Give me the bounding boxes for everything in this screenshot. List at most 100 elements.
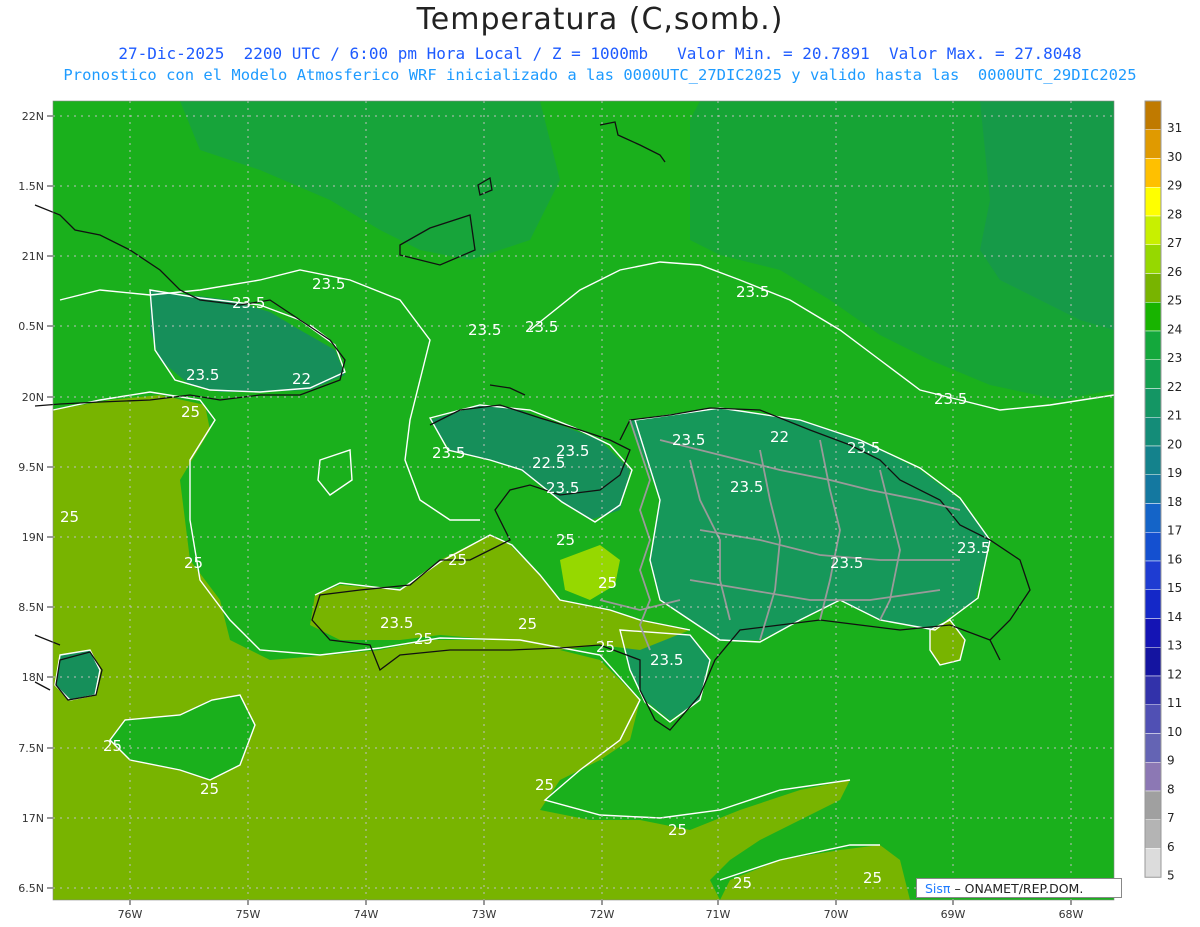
colorbar-swatch — [1144, 273, 1162, 303]
colorbar-label: 11 — [1167, 696, 1182, 710]
credit-box: Sisπ – ONAMET/REP.DOM. — [916, 878, 1122, 898]
lon-label: 76W — [118, 908, 143, 921]
contour-label: 25 — [535, 776, 554, 794]
colorbar-label: 5 — [1167, 869, 1175, 883]
contour-label: 23.5 — [736, 283, 769, 301]
colorbar-swatch — [1144, 819, 1162, 849]
colorbar-swatch — [1144, 474, 1162, 504]
colorbar-swatch — [1144, 733, 1162, 763]
colorbar-label: 6 — [1167, 840, 1175, 854]
lat-label: 1.5N — [18, 180, 44, 193]
colorbar: 31 30 29 28 27 26 25 24 23 22 21 20 19 18 17 16 15 14 13 12… — [1144, 100, 1182, 883]
credit-brand: Sisπ — [925, 881, 951, 896]
contour-label: 25 — [414, 630, 433, 648]
contour-label: 23.5 — [730, 478, 763, 496]
colorbar-label: 9 — [1167, 754, 1175, 768]
lat-label: 17N — [22, 812, 44, 825]
lat-label: 9.5N — [18, 461, 44, 474]
credit-text: – ONAMET/REP.DOM. — [954, 881, 1084, 896]
lon-label: 68W — [1059, 908, 1084, 921]
colorbar-swatch — [1144, 417, 1162, 447]
colorbar-swatch — [1144, 244, 1162, 274]
colorbar-swatch — [1144, 589, 1162, 619]
colorbar-swatch — [1144, 704, 1162, 734]
contour-label: 23.5 — [546, 479, 579, 497]
lon-label: 75W — [236, 908, 261, 921]
colorbar-swatch — [1144, 388, 1162, 418]
contour-label: 23.5 — [830, 554, 863, 572]
contour-label: 23.5 — [957, 539, 990, 557]
colorbar-label: 31 — [1167, 121, 1182, 135]
colorbar-swatch — [1144, 302, 1162, 332]
contour-label: 25 — [184, 554, 203, 572]
contour-label: 25 — [518, 615, 537, 633]
contour-label: 23.5 — [312, 275, 345, 293]
colorbar-label: 23 — [1167, 351, 1182, 365]
lat-label: 22N — [22, 110, 44, 123]
contour-label: 23.5 — [232, 294, 265, 312]
colorbar-label: 16 — [1167, 552, 1182, 566]
contour-label: 25 — [181, 403, 200, 421]
colorbar-swatch — [1144, 848, 1162, 878]
colorbar-label: 15 — [1167, 581, 1182, 595]
contour-label: 25 — [733, 874, 752, 892]
contour-label: 25 — [200, 780, 219, 798]
contour-label: 22 — [292, 370, 311, 388]
colorbar-label: 20 — [1167, 437, 1182, 451]
colorbar-label: 10 — [1167, 725, 1182, 739]
lat-label: 0.5N — [18, 320, 44, 333]
lon-label: 69W — [941, 908, 966, 921]
colorbar-label: 24 — [1167, 322, 1182, 336]
colorbar-label: 17 — [1167, 524, 1182, 538]
contour-label: 25 — [863, 869, 882, 887]
colorbar-label: 26 — [1167, 265, 1182, 279]
colorbar-swatch — [1144, 215, 1162, 245]
contour-label: 25 — [598, 574, 617, 592]
lon-label: 71W — [706, 908, 731, 921]
contour-label: 23.5 — [556, 442, 589, 460]
colorbar-swatch — [1144, 100, 1162, 130]
contour-label: 23.5 — [432, 444, 465, 462]
contour-label: 23.5 — [186, 366, 219, 384]
colorbar-label: 13 — [1167, 639, 1182, 653]
colorbar-label: 8 — [1167, 782, 1175, 796]
colorbar-label: 27 — [1167, 236, 1182, 250]
contour-label: 23.5 — [380, 614, 413, 632]
colorbar-swatch — [1144, 187, 1162, 217]
contour-label: 25 — [556, 531, 575, 549]
contour-label: 22 — [770, 428, 789, 446]
colorbar-label: 30 — [1167, 150, 1182, 164]
colorbar-label: 19 — [1167, 466, 1182, 480]
colorbar-swatch — [1144, 503, 1162, 533]
colorbar-swatch — [1144, 359, 1162, 389]
lat-label: 8.5N — [18, 601, 44, 614]
colorbar-swatch — [1144, 647, 1162, 677]
contour-label: 25 — [103, 737, 122, 755]
contour-label: 23.5 — [468, 321, 501, 339]
lon-label: 72W — [590, 908, 615, 921]
colorbar-swatch — [1144, 560, 1162, 590]
colorbar-swatch — [1144, 532, 1162, 562]
lat-label: 19N — [22, 531, 44, 544]
colorbar-label: 14 — [1167, 610, 1182, 624]
colorbar-swatch — [1144, 330, 1162, 360]
colorbar-label: 18 — [1167, 495, 1182, 509]
colorbar-label: 25 — [1167, 294, 1182, 308]
contour-label: 23.5 — [847, 439, 880, 457]
colorbar-label: 22 — [1167, 380, 1182, 394]
colorbar-label: 21 — [1167, 409, 1182, 423]
colorbar-swatch — [1144, 445, 1162, 475]
contour-label: 25 — [668, 821, 687, 839]
colorbar-label: 7 — [1167, 811, 1175, 825]
lat-label: 7.5N — [18, 742, 44, 755]
lon-label: 74W — [354, 908, 379, 921]
lon-label: 73W — [472, 908, 497, 921]
contour-label: 25 — [596, 638, 615, 656]
contour-label: 25 — [60, 508, 79, 526]
map-canvas: 22N 1.5N 21N 0.5N 20N 9.5N 19N 8.5N 18N … — [18, 100, 1182, 921]
colorbar-label: 29 — [1167, 179, 1182, 193]
contour-label: 25 — [448, 551, 467, 569]
colorbar-swatch — [1144, 618, 1162, 648]
colorbar-swatch — [1144, 129, 1162, 159]
colorbar-label: 28 — [1167, 207, 1182, 221]
